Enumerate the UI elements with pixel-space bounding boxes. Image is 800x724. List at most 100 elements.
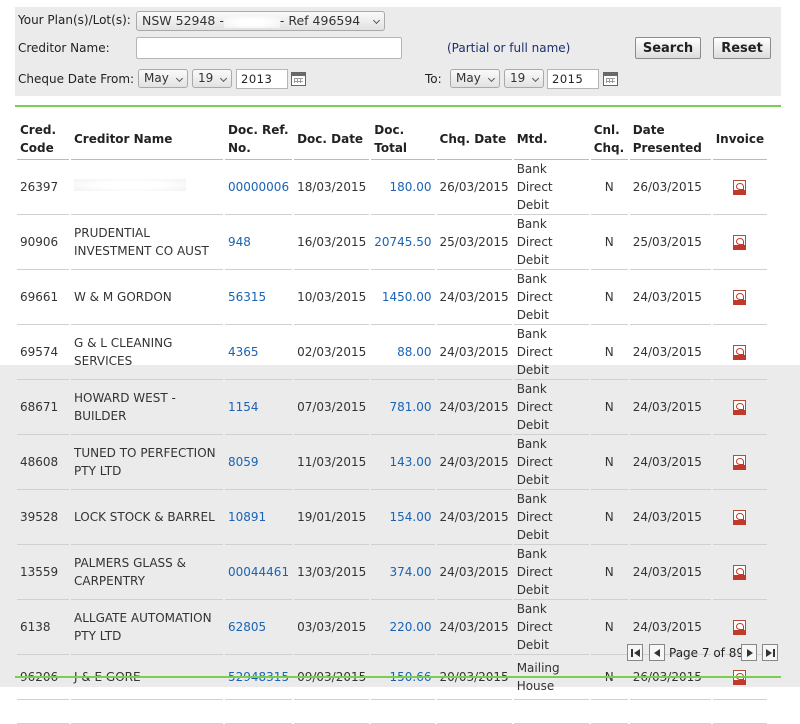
date-presented-cell: 25/03/2015 bbox=[629, 215, 711, 270]
divider-bottom bbox=[15, 676, 781, 678]
doc-total-link[interactable]: 1450.00 bbox=[371, 270, 435, 325]
pdf-file-icon[interactable] bbox=[733, 290, 747, 305]
plan-select-prefix: NSW 52948 - bbox=[142, 13, 224, 28]
creditor-name-cell: ALLGATE AUTOMATION PTY LTD bbox=[71, 600, 223, 655]
creditor-name-cell: TUNED TO PERFECTION PTY LTD bbox=[71, 435, 223, 490]
pdf-file-icon[interactable] bbox=[733, 400, 747, 415]
cred-code-cell: 69661 bbox=[17, 270, 69, 325]
header-date-presented: Date Presented bbox=[629, 118, 711, 160]
table-row: 13559 PALMERS GLASS & CARPENTRY 00044461 13/… bbox=[17, 545, 768, 600]
table-row: 39528 LOCK STOCK & BARREL 10891 19/01/2015 1… bbox=[17, 490, 768, 545]
redacted-region bbox=[223, 15, 280, 28]
invoice-cell bbox=[712, 160, 768, 215]
plan-select-suffix: - Ref 496594 bbox=[279, 13, 361, 28]
header-chq-date: Chq. Date bbox=[436, 118, 512, 160]
doc-ref-link[interactable]: 8059 bbox=[225, 435, 293, 490]
table-row: 48608 TUNED TO PERFECTION PTY LTD 8059 11/03… bbox=[17, 435, 768, 490]
doc-total-link[interactable]: 154.00 bbox=[371, 490, 435, 545]
pdf-file-icon[interactable] bbox=[733, 345, 747, 360]
chq-date-cell: 24/03/2015 bbox=[436, 325, 512, 380]
header-doc-total: Doc. Total bbox=[371, 118, 435, 160]
empty-cell bbox=[712, 700, 768, 724]
to-year-input[interactable]: 2015 bbox=[547, 69, 599, 89]
pdf-file-icon[interactable] bbox=[733, 180, 747, 195]
table-row: 26397 00000006 18/03/2015 180.00 26/03/2015 B… bbox=[17, 160, 768, 215]
plan-select[interactable]: NSW 52948 - - Ref 496594 bbox=[136, 11, 385, 31]
creditor-name-cell: LOCK STOCK & BARREL bbox=[71, 490, 223, 545]
doc-ref-link[interactable]: 00044461 bbox=[225, 545, 293, 600]
cancelled-cheque-cell: N bbox=[590, 380, 628, 435]
doc-total-link[interactable]: 781.00 bbox=[371, 380, 435, 435]
doc-total-link[interactable]: 88.00 bbox=[371, 325, 435, 380]
doc-date-cell: 19/01/2015 bbox=[294, 490, 370, 545]
creditor-name-cell: HOWARD WEST - BUILDER bbox=[71, 380, 223, 435]
header-invoice: Invoice bbox=[712, 118, 768, 160]
doc-total-link[interactable]: 143.00 bbox=[371, 435, 435, 490]
to-day-select[interactable]: 19 bbox=[504, 69, 544, 88]
creditor-name-cell: PALMERS GLASS & CARPENTRY bbox=[71, 545, 223, 600]
reset-button[interactable]: Reset bbox=[713, 37, 771, 59]
doc-ref-link[interactable]: 1154 bbox=[225, 380, 293, 435]
chq-date-cell: 24/03/2015 bbox=[436, 270, 512, 325]
date-presented-cell: 24/03/2015 bbox=[629, 380, 711, 435]
method-cell: Bank Direct Debit bbox=[513, 600, 589, 655]
creditor-name-label: Creditor Name: bbox=[18, 41, 110, 55]
doc-date-cell: 13/03/2015 bbox=[294, 545, 370, 600]
chq-date-cell: 24/03/2015 bbox=[436, 600, 512, 655]
doc-ref-link[interactable]: 00000006 bbox=[225, 160, 293, 215]
chq-date-cell: 25/03/2015 bbox=[436, 215, 512, 270]
empty-cell bbox=[513, 700, 589, 724]
cred-code-cell: 13559 bbox=[17, 545, 69, 600]
method-cell: Bank Direct Debit bbox=[513, 490, 589, 545]
first-page-button[interactable] bbox=[627, 644, 643, 661]
cancelled-cheque-cell: N bbox=[590, 270, 628, 325]
last-page-button[interactable] bbox=[762, 644, 778, 661]
from-month-select[interactable]: May bbox=[138, 69, 188, 88]
date-presented-cell: 24/03/2015 bbox=[629, 435, 711, 490]
pdf-file-icon[interactable] bbox=[733, 620, 747, 635]
creditor-name-cell bbox=[71, 160, 223, 215]
doc-total-link[interactable]: 20745.50 bbox=[371, 215, 435, 270]
plan-label: Your Plan(s)/Lot(s): bbox=[18, 13, 131, 27]
chq-date-cell: 24/03/2015 bbox=[436, 490, 512, 545]
method-cell: Bank Direct Debit bbox=[513, 325, 589, 380]
doc-date-cell: 18/03/2015 bbox=[294, 160, 370, 215]
doc-total-link[interactable]: 180.00 bbox=[371, 160, 435, 215]
creditor-name-hint: (Partial or full name) bbox=[447, 41, 571, 55]
doc-date-cell: 16/03/2015 bbox=[294, 215, 370, 270]
doc-ref-link[interactable]: 10891 bbox=[225, 490, 293, 545]
pdf-file-icon[interactable] bbox=[733, 565, 747, 580]
pdf-file-icon[interactable] bbox=[733, 510, 747, 525]
pdf-file-icon[interactable] bbox=[733, 235, 747, 250]
cred-code-cell: 6138 bbox=[17, 600, 69, 655]
doc-ref-link[interactable]: 948 bbox=[225, 215, 293, 270]
cancelled-cheque-cell: N bbox=[590, 600, 628, 655]
calendar-icon[interactable] bbox=[291, 72, 306, 86]
calendar-icon[interactable] bbox=[603, 72, 618, 86]
chq-date-cell: 26/03/2015 bbox=[436, 160, 512, 215]
previous-page-button[interactable] bbox=[649, 644, 665, 661]
table-header-row: Cred. Code Creditor Name Doc. Ref. No. Doc… bbox=[17, 118, 768, 160]
cancelled-cheque-cell: N bbox=[590, 490, 628, 545]
invoice-cell bbox=[712, 490, 768, 545]
doc-total-link[interactable]: 220.00 bbox=[371, 600, 435, 655]
doc-ref-link[interactable]: 56315 bbox=[225, 270, 293, 325]
doc-date-cell: 03/03/2015 bbox=[294, 600, 370, 655]
next-page-button[interactable] bbox=[741, 644, 757, 661]
cred-code-cell: 69574 bbox=[17, 325, 69, 380]
cancelled-cheque-cell: N bbox=[590, 160, 628, 215]
from-year-input[interactable]: 2013 bbox=[236, 69, 288, 89]
doc-ref-link[interactable]: 4365 bbox=[225, 325, 293, 380]
creditor-name-input[interactable] bbox=[136, 37, 402, 59]
invoice-cell bbox=[712, 380, 768, 435]
creditor-payments-table: Cred. Code Creditor Name Doc. Ref. No. Doc… bbox=[15, 118, 769, 724]
pdf-file-icon[interactable] bbox=[733, 455, 747, 470]
cancelled-cheque-cell: N bbox=[590, 215, 628, 270]
doc-total-link[interactable]: 374.00 bbox=[371, 545, 435, 600]
invoice-cell bbox=[712, 435, 768, 490]
search-button[interactable]: Search bbox=[635, 37, 701, 59]
to-month-select[interactable]: May bbox=[450, 69, 500, 88]
from-day-select[interactable]: 19 bbox=[192, 69, 232, 88]
chq-date-cell: 24/03/2015 bbox=[436, 435, 512, 490]
doc-ref-link[interactable]: 62805 bbox=[225, 600, 293, 655]
